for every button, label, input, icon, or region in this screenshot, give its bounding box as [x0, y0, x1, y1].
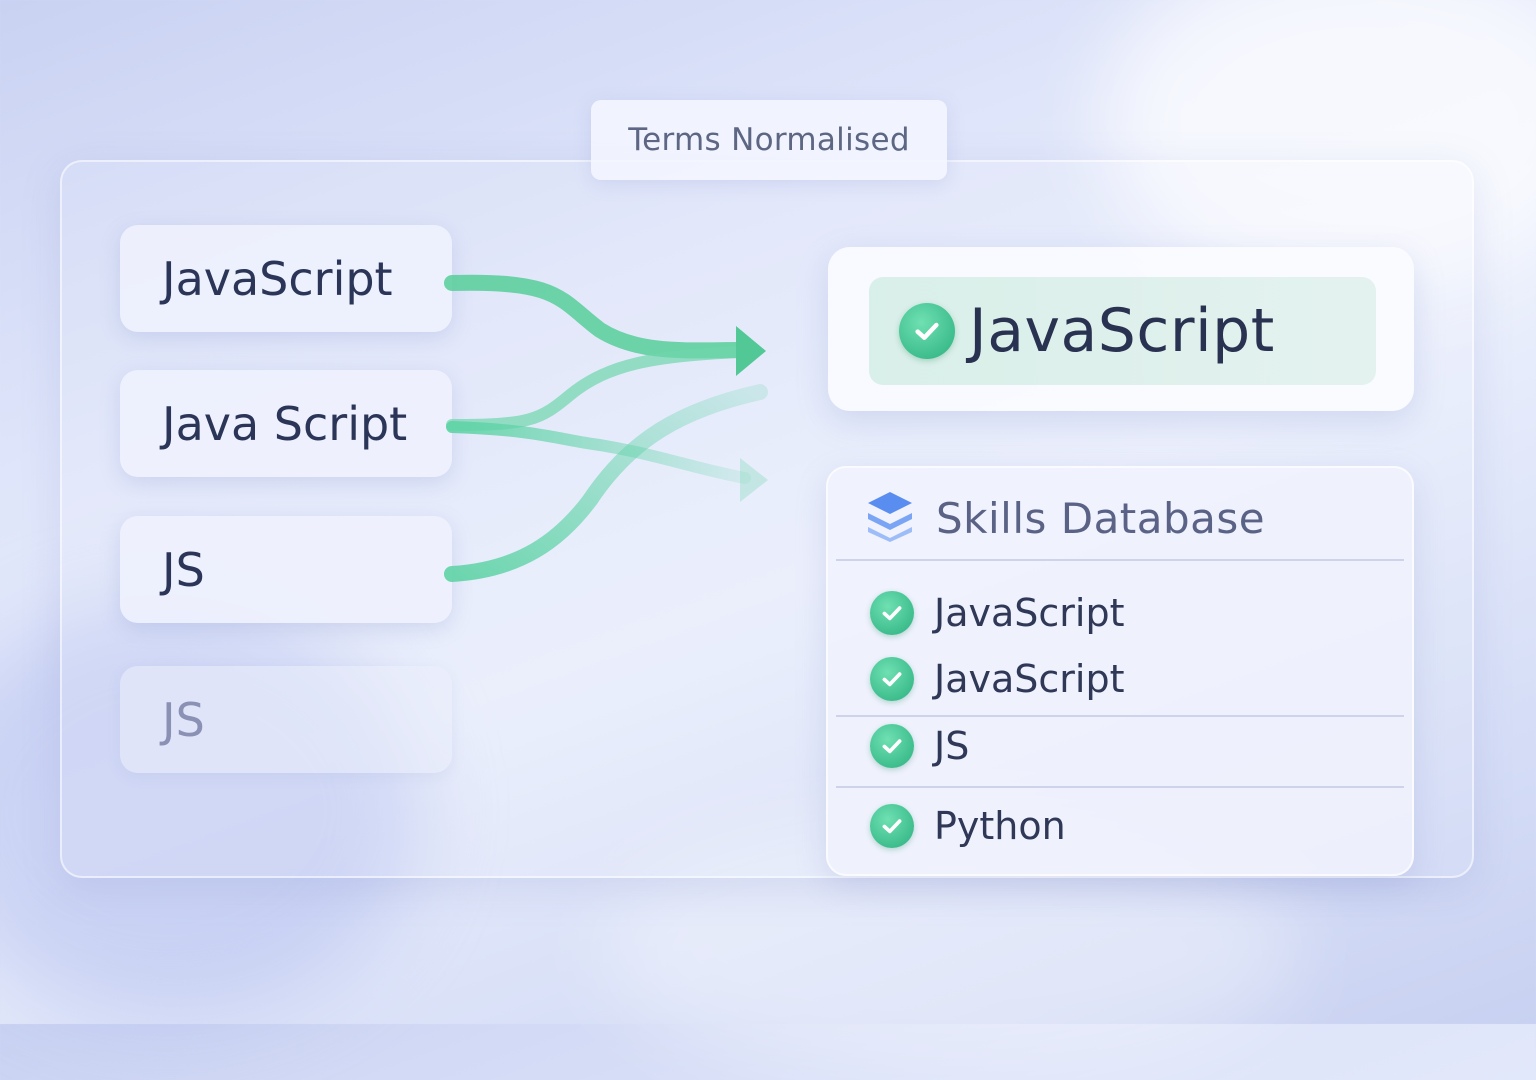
database-item-label: Python — [934, 804, 1066, 848]
database-list-item[interactable]: Python — [870, 801, 1066, 851]
section-title-tag: Terms Normalised — [591, 100, 947, 180]
database-item-label: JavaScript — [934, 657, 1125, 701]
normalised-result-card: JavaScript — [828, 247, 1414, 411]
database-item-label: JS — [934, 724, 970, 768]
check-circle-icon — [870, 657, 914, 701]
input-term-card[interactable]: Java Script — [120, 370, 452, 477]
database-list-item[interactable]: JS — [870, 721, 969, 771]
input-term-card-faded[interactable]: JS — [120, 666, 452, 773]
normalised-term: JavaScript — [969, 296, 1275, 366]
input-term-card[interactable]: JavaScript — [120, 225, 452, 332]
divider — [836, 786, 1404, 788]
layers-stack-icon — [866, 490, 914, 546]
input-term-card[interactable]: JS — [120, 516, 452, 623]
input-term-label: JS — [162, 692, 205, 747]
check-circle-icon — [870, 804, 914, 848]
input-term-label: Java Script — [162, 396, 408, 451]
input-term-label: JavaScript — [162, 251, 393, 306]
section-title: Terms Normalised — [628, 122, 910, 158]
database-header: Skills Database — [866, 486, 1265, 550]
normalised-result-highlight: JavaScript — [869, 277, 1376, 385]
skills-database-card: Skills Database JavaScript JavaScript JS… — [826, 466, 1414, 876]
database-item-label: JavaScript — [934, 591, 1125, 635]
check-circle-icon — [870, 724, 914, 768]
divider — [836, 715, 1404, 717]
database-list-item[interactable]: JavaScript — [870, 654, 1124, 704]
database-list-item[interactable]: JavaScript — [870, 588, 1124, 638]
check-circle-icon — [870, 591, 914, 635]
divider — [836, 559, 1404, 561]
database-title: Skills Database — [936, 493, 1266, 543]
input-term-label: JS — [162, 542, 205, 597]
check-circle-icon — [899, 303, 955, 359]
